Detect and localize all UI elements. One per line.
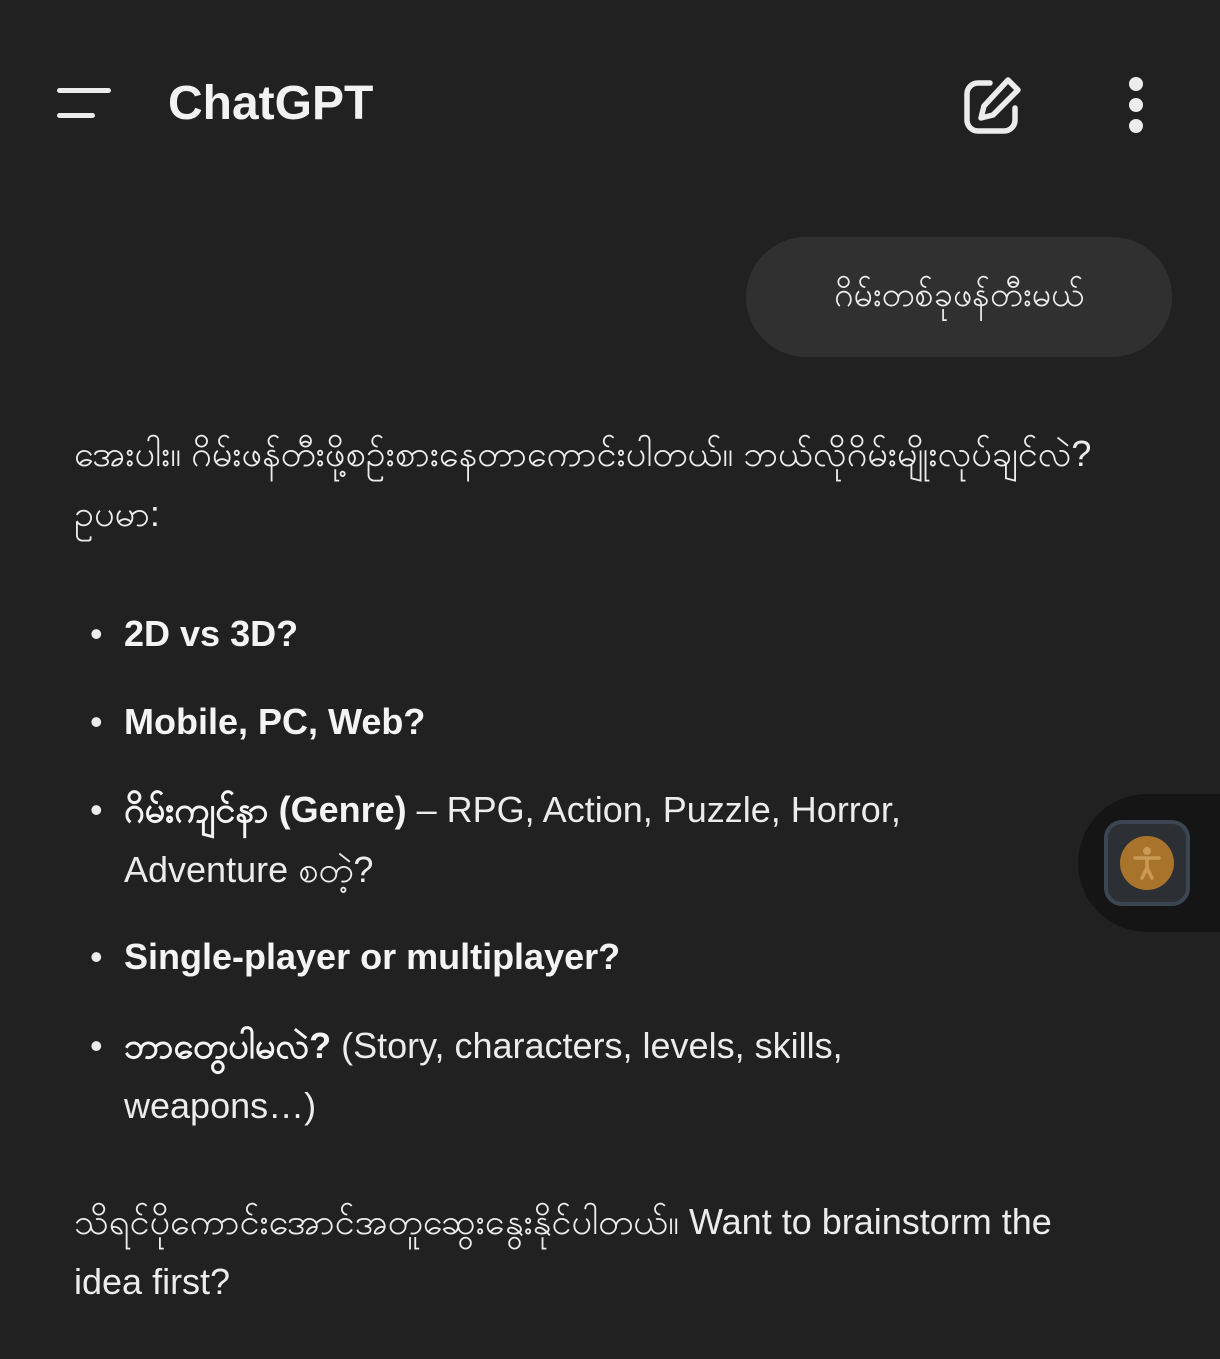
user-message-bubble: ဂိမ်းတစ်ခုဖန်တီးမယ် bbox=[746, 237, 1172, 357]
top-bar: ChatGPT bbox=[0, 0, 1220, 205]
list-item-bold: 2D vs 3D? bbox=[124, 613, 299, 654]
hamburger-menu-icon[interactable] bbox=[48, 74, 120, 134]
assistant-closing-text: သိရင်ပိုကောင်းအောင်အတူဆွေးနွေးနိုင်ပါတယ်… bbox=[74, 1201, 1052, 1302]
vertical-dots-icon[interactable] bbox=[1106, 70, 1166, 142]
list-item: • Single-player or multiplayer? bbox=[90, 936, 621, 977]
list-item: • 2D vs 3D? bbox=[90, 613, 299, 654]
chat-screen: ChatGPT ဂိမ်းတစ်ခုဖန်တီးမယ် အေးပါး။ ဂိမ်… bbox=[0, 0, 1220, 1359]
list-item-bold: ဘာတွေပါမလဲ? bbox=[124, 1025, 332, 1066]
list-item-bold: ဂိမ်းကျင်နာ (Genre) bbox=[124, 789, 407, 830]
app-title: ChatGPT bbox=[168, 77, 374, 130]
accessibility-icon[interactable] bbox=[1104, 820, 1190, 906]
assistant-intro-text: အေးပါး။ ဂိမ်းဖန်တီးဖို့စဉ်းစားနေတာကောင်း… bbox=[74, 433, 1092, 534]
list-item-bold: Single-player or multiplayer? bbox=[124, 936, 621, 977]
user-message-text: ဂိမ်းတစ်ခုဖန်တီးမယ် bbox=[833, 274, 1085, 315]
list-item-bold: Mobile, PC, Web? bbox=[124, 701, 426, 742]
edit-pencil-icon[interactable] bbox=[956, 70, 1028, 142]
list-item: • ဘာတွေပါမလဲ? (Story, characters, levels… bbox=[90, 1025, 843, 1126]
list-item: • ဂိမ်းကျင်နာ (Genre) – RPG, Action, Puz… bbox=[90, 789, 901, 890]
list-item: • Mobile, PC, Web? bbox=[90, 701, 426, 742]
